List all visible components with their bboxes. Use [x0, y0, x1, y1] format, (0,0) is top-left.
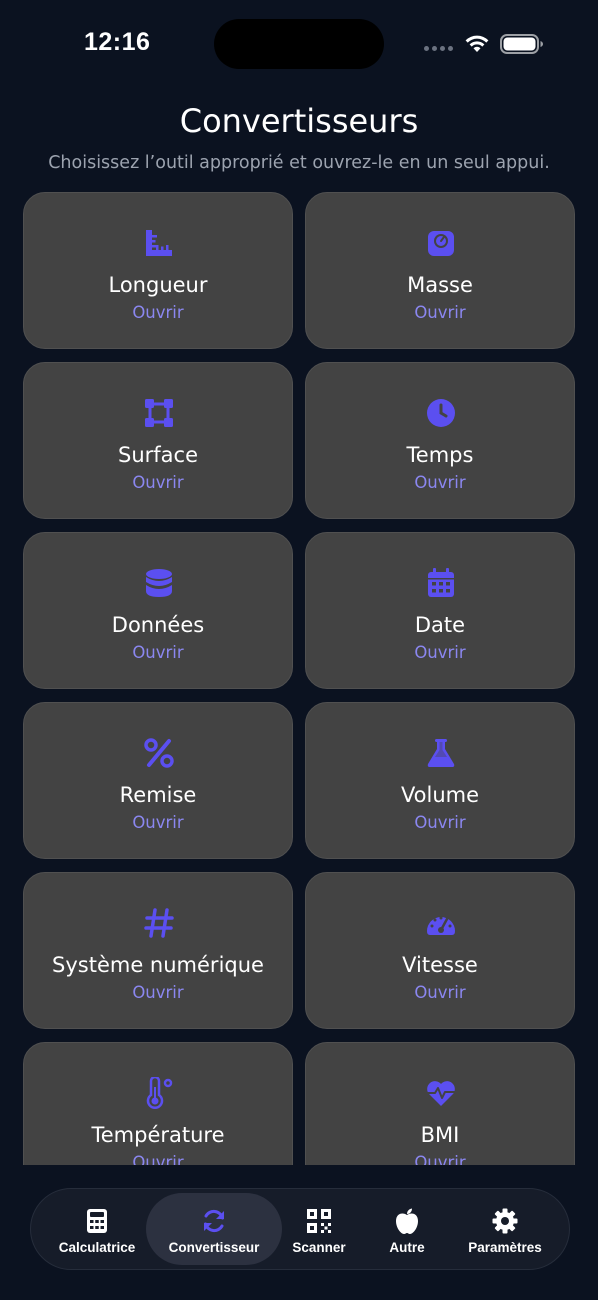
converter-card-date[interactable]: Date Ouvrir [305, 532, 575, 689]
sync-icon [200, 1207, 228, 1235]
calculator-icon [83, 1207, 111, 1235]
gear-icon [491, 1207, 519, 1235]
converter-card-open-link[interactable]: Ouvrir [306, 1153, 574, 1165]
converter-card-title: Vitesse [402, 953, 478, 977]
tab-label: Autre [389, 1240, 425, 1255]
page-title: Convertisseurs [179, 102, 419, 140]
converter-card-masse[interactable]: Masse Ouvrir [305, 192, 575, 349]
tab-label: Calculatrice [58, 1240, 136, 1255]
converter-card-open-link[interactable]: Ouvrir [306, 303, 574, 322]
battery-icon [500, 34, 543, 54]
status-bar: 12:16 [0, 0, 598, 90]
converter-card-volume[interactable]: Volume Ouvrir [305, 702, 575, 859]
apple-icon [393, 1207, 421, 1235]
tab-scanner[interactable]: Scanner [281, 1193, 357, 1265]
flask-icon [425, 737, 457, 769]
tab-calculatrice[interactable]: Calculatrice [49, 1193, 145, 1265]
tab-bar: Calculatrice Convertisseur Scanner Autre… [30, 1188, 570, 1270]
converter-card-surface[interactable]: Surface Ouvrir [23, 362, 293, 519]
converter-card-title: Température [91, 1123, 225, 1147]
converter-card-systeme-numerique[interactable]: Système numérique Ouvrir [23, 872, 293, 1029]
converter-card-open-link[interactable]: Ouvrir [24, 1153, 292, 1165]
converter-card-open-link[interactable]: Ouvrir [306, 983, 574, 1002]
converter-card-title: Remise [119, 783, 197, 807]
percent-icon [143, 737, 175, 769]
converter-card-open-link[interactable]: Ouvrir [24, 473, 292, 492]
converter-card-title: Longueur [108, 273, 208, 297]
calendar-icon [425, 567, 457, 599]
heart-pulse-icon [425, 1077, 457, 1109]
converter-grid-scroll[interactable]: Longueur Ouvrir Masse Ouvrir Surface Ouv… [0, 192, 598, 1165]
tab-autre[interactable]: Autre [367, 1193, 447, 1265]
tab-label: Paramètres [468, 1240, 542, 1255]
converter-card-title: Volume [400, 783, 480, 807]
converter-grid: Longueur Ouvrir Masse Ouvrir Surface Ouv… [23, 192, 575, 1165]
database-icon [143, 567, 175, 599]
converter-card-vitesse[interactable]: Vitesse Ouvrir [305, 872, 575, 1029]
converter-card-open-link[interactable]: Ouvrir [306, 643, 574, 662]
tab-convertisseur[interactable]: Convertisseur [146, 1193, 282, 1265]
converter-card-title: Date [414, 613, 466, 637]
converter-card-title: Masse [407, 273, 473, 297]
converter-card-temperature[interactable]: Température Ouvrir [23, 1042, 293, 1165]
tab-parametres[interactable]: Paramètres [455, 1193, 555, 1265]
converter-card-title: Temps [406, 443, 474, 467]
speedometer-icon [425, 907, 457, 939]
hashtag-icon [143, 907, 175, 939]
vector-square-icon [143, 397, 175, 429]
clock-icon [425, 397, 457, 429]
qrcode-icon [305, 1207, 333, 1235]
converter-card-open-link[interactable]: Ouvrir [24, 303, 292, 322]
page-subtitle: Choisissez l’outil approprié et ouvrez-l… [48, 153, 550, 173]
dynamic-island [214, 19, 384, 69]
tab-label: Convertisseur [168, 1240, 260, 1255]
weight-scale-icon [425, 227, 457, 259]
converter-card-longueur[interactable]: Longueur Ouvrir [23, 192, 293, 349]
converter-card-title: Données [111, 613, 205, 637]
converter-card-open-link[interactable]: Ouvrir [306, 473, 574, 492]
converter-card-title: Système numérique [52, 953, 264, 977]
status-time: 12:16 [84, 28, 151, 56]
converter-card-title: BMI [420, 1123, 460, 1147]
converter-card-open-link[interactable]: Ouvrir [306, 813, 574, 832]
converter-card-donnees[interactable]: Données Ouvrir [23, 532, 293, 689]
converter-card-temps[interactable]: Temps Ouvrir [305, 362, 575, 519]
converter-card-open-link[interactable]: Ouvrir [24, 643, 292, 662]
thermometer-icon [143, 1077, 175, 1109]
converter-card-bmi[interactable]: BMI Ouvrir [305, 1042, 575, 1165]
converter-card-open-link[interactable]: Ouvrir [24, 813, 292, 832]
converter-card-remise[interactable]: Remise Ouvrir [23, 702, 293, 859]
converter-card-title: Surface [117, 443, 198, 467]
cellular-signal-icon [424, 46, 453, 51]
tab-label: Scanner [292, 1240, 346, 1255]
converter-card-open-link[interactable]: Ouvrir [24, 983, 292, 1002]
ruler-icon [143, 227, 175, 259]
wifi-icon [465, 35, 489, 52]
